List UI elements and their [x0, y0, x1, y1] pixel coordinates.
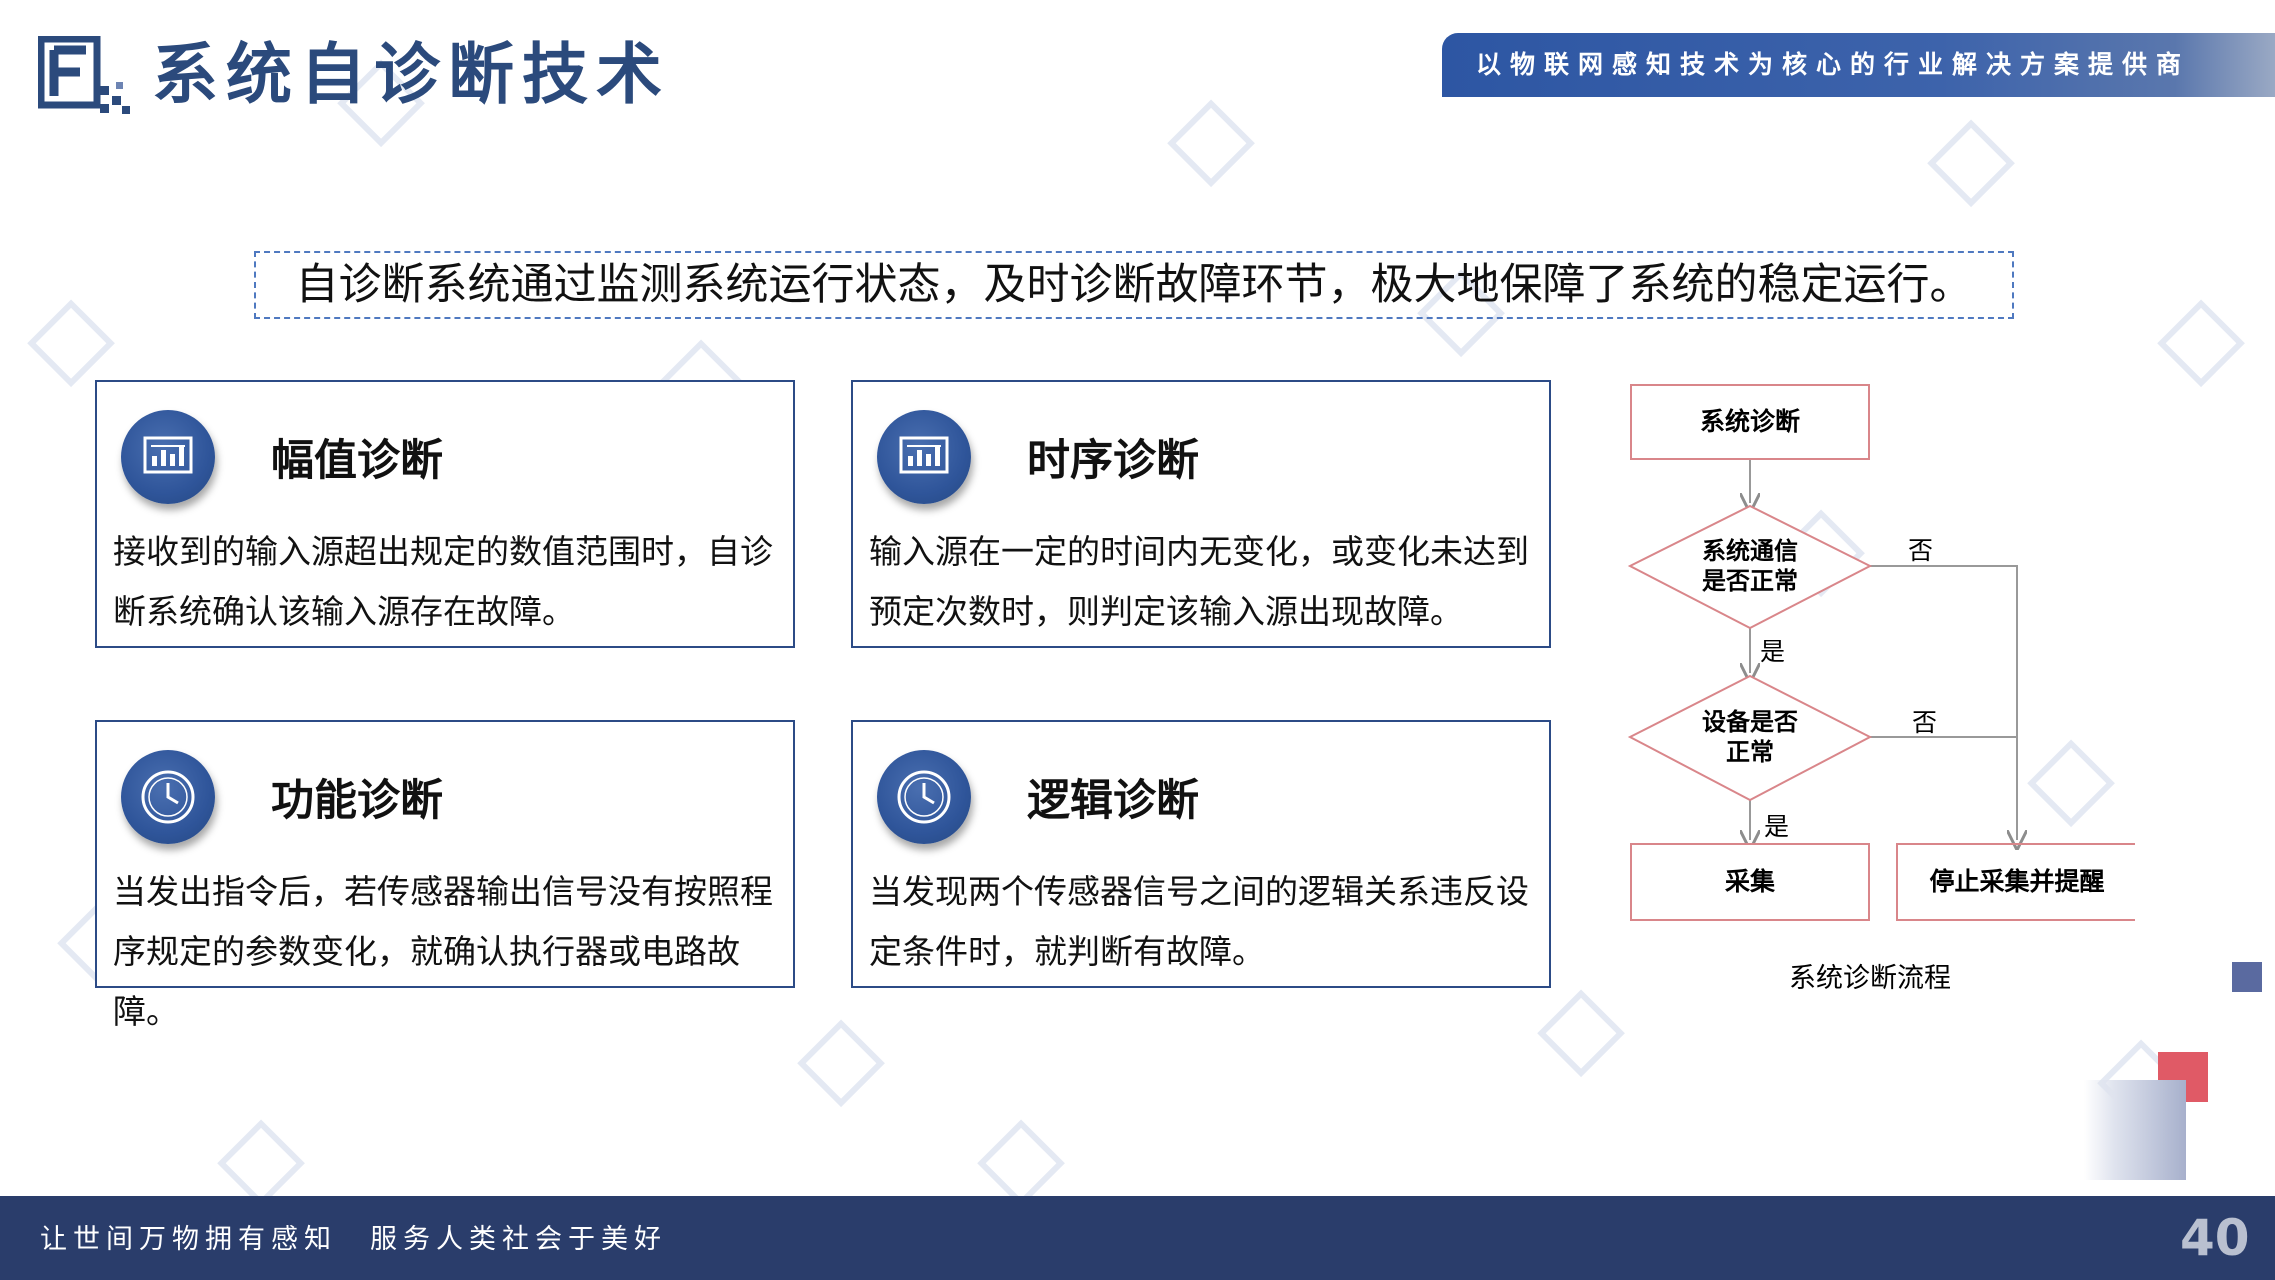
watermark-frame: [797, 1019, 885, 1108]
watermark-frame: [1167, 99, 1255, 188]
flow-decision2-line1: 设备是否: [1702, 708, 1798, 736]
flow-no-label: 否: [1912, 708, 1937, 737]
connector: [1870, 565, 2017, 840]
diagnosis-flowchart: 系统诊断 系统通信 是否正常 设备是否 正常 是 是 否 否 采集 停止采集并提…: [1627, 384, 2135, 994]
flow-no-label: 否: [1908, 536, 1933, 565]
card-text: 当发出指令后，若传感器输出信号没有按照程序规定的参数变化，就确认执行器或电路故障…: [113, 872, 773, 1031]
card-logic-diagnosis: 逻辑诊断 当发现两个传感器信号之间的逻辑关系违反设定条件时，就判断有故障。: [851, 720, 1551, 988]
watermark-logo: [1153, 23, 1337, 207]
card-title: 逻辑诊断: [1027, 776, 1199, 826]
flow-decision1-line2: 是否正常: [1702, 567, 1798, 595]
card-amplitude-diagnosis: 幅值诊断 接收到的输入源超出规定的数值范围时，自诊断系统确认该输入源存在故障。: [95, 380, 795, 648]
decor-square: [2232, 962, 2262, 992]
clock-icon: [121, 750, 215, 844]
card-timing-diagnosis: 时序诊断 输入源在一定的时间内无变化，或变化未达到预定次数时，则判定该输入源出现…: [851, 380, 1551, 648]
card-title: 功能诊断: [271, 776, 443, 826]
page-number: 40: [2180, 1209, 2250, 1267]
flow-collect-label: 采集: [1725, 867, 1776, 896]
flow-start-label: 系统诊断: [1700, 407, 1800, 436]
page-title: 系统自诊断技术: [152, 36, 670, 113]
flowchart-caption: 系统诊断流程: [1789, 963, 1951, 994]
watermark-frame: [2157, 299, 2245, 388]
company-logo: [38, 36, 130, 114]
watermark-frame: [217, 1119, 305, 1208]
decor-gradient-square: [2084, 1080, 2186, 1180]
chart-icon: [121, 410, 215, 504]
card-text: 当发现两个传感器信号之间的逻辑关系违反设定条件时，就判断有故障。: [869, 872, 1529, 971]
flow-decision2-line2: 正常: [1726, 738, 1774, 766]
card-text: 输入源在一定的时间内无变化，或变化未达到预定次数时，则判定该输入源出现故障。: [869, 532, 1529, 631]
flow-decision1-line1: 系统通信: [1702, 537, 1798, 565]
card-title: 幅值诊断: [271, 436, 443, 486]
chart-icon: [877, 410, 971, 504]
watermark-frame: [1537, 989, 1625, 1078]
flow-yes-label: 是: [1764, 812, 1789, 841]
watermark-frame: [27, 299, 115, 388]
slogan-banner: 以物联网感知技术为核心的行业解决方案提供商: [1442, 33, 2275, 97]
footer-slogan: 让世间万物拥有感知 服务人类社会于美好: [40, 1224, 667, 1255]
flow-yes-label: 是: [1760, 637, 1785, 666]
card-title: 时序诊断: [1027, 436, 1199, 486]
watermark-logo: [2143, 223, 2275, 407]
card-text: 接收到的输入源超出规定的数值范围时，自诊断系统确认该输入源存在故障。: [113, 532, 773, 631]
clock-icon: [877, 750, 971, 844]
watermark-frame: [977, 1119, 1065, 1208]
summary-box: 自诊断系统通过监测系统运行状态，及时诊断故障环节，极大地保障了系统的稳定运行。: [254, 251, 2014, 319]
card-function-diagnosis: 功能诊断 当发出指令后，若传感器输出信号没有按照程序规定的参数变化，就确认执行器…: [95, 720, 795, 1031]
flow-stop-label: 停止采集并提醒: [1929, 867, 2104, 896]
watermark-frame: [1927, 119, 2015, 208]
